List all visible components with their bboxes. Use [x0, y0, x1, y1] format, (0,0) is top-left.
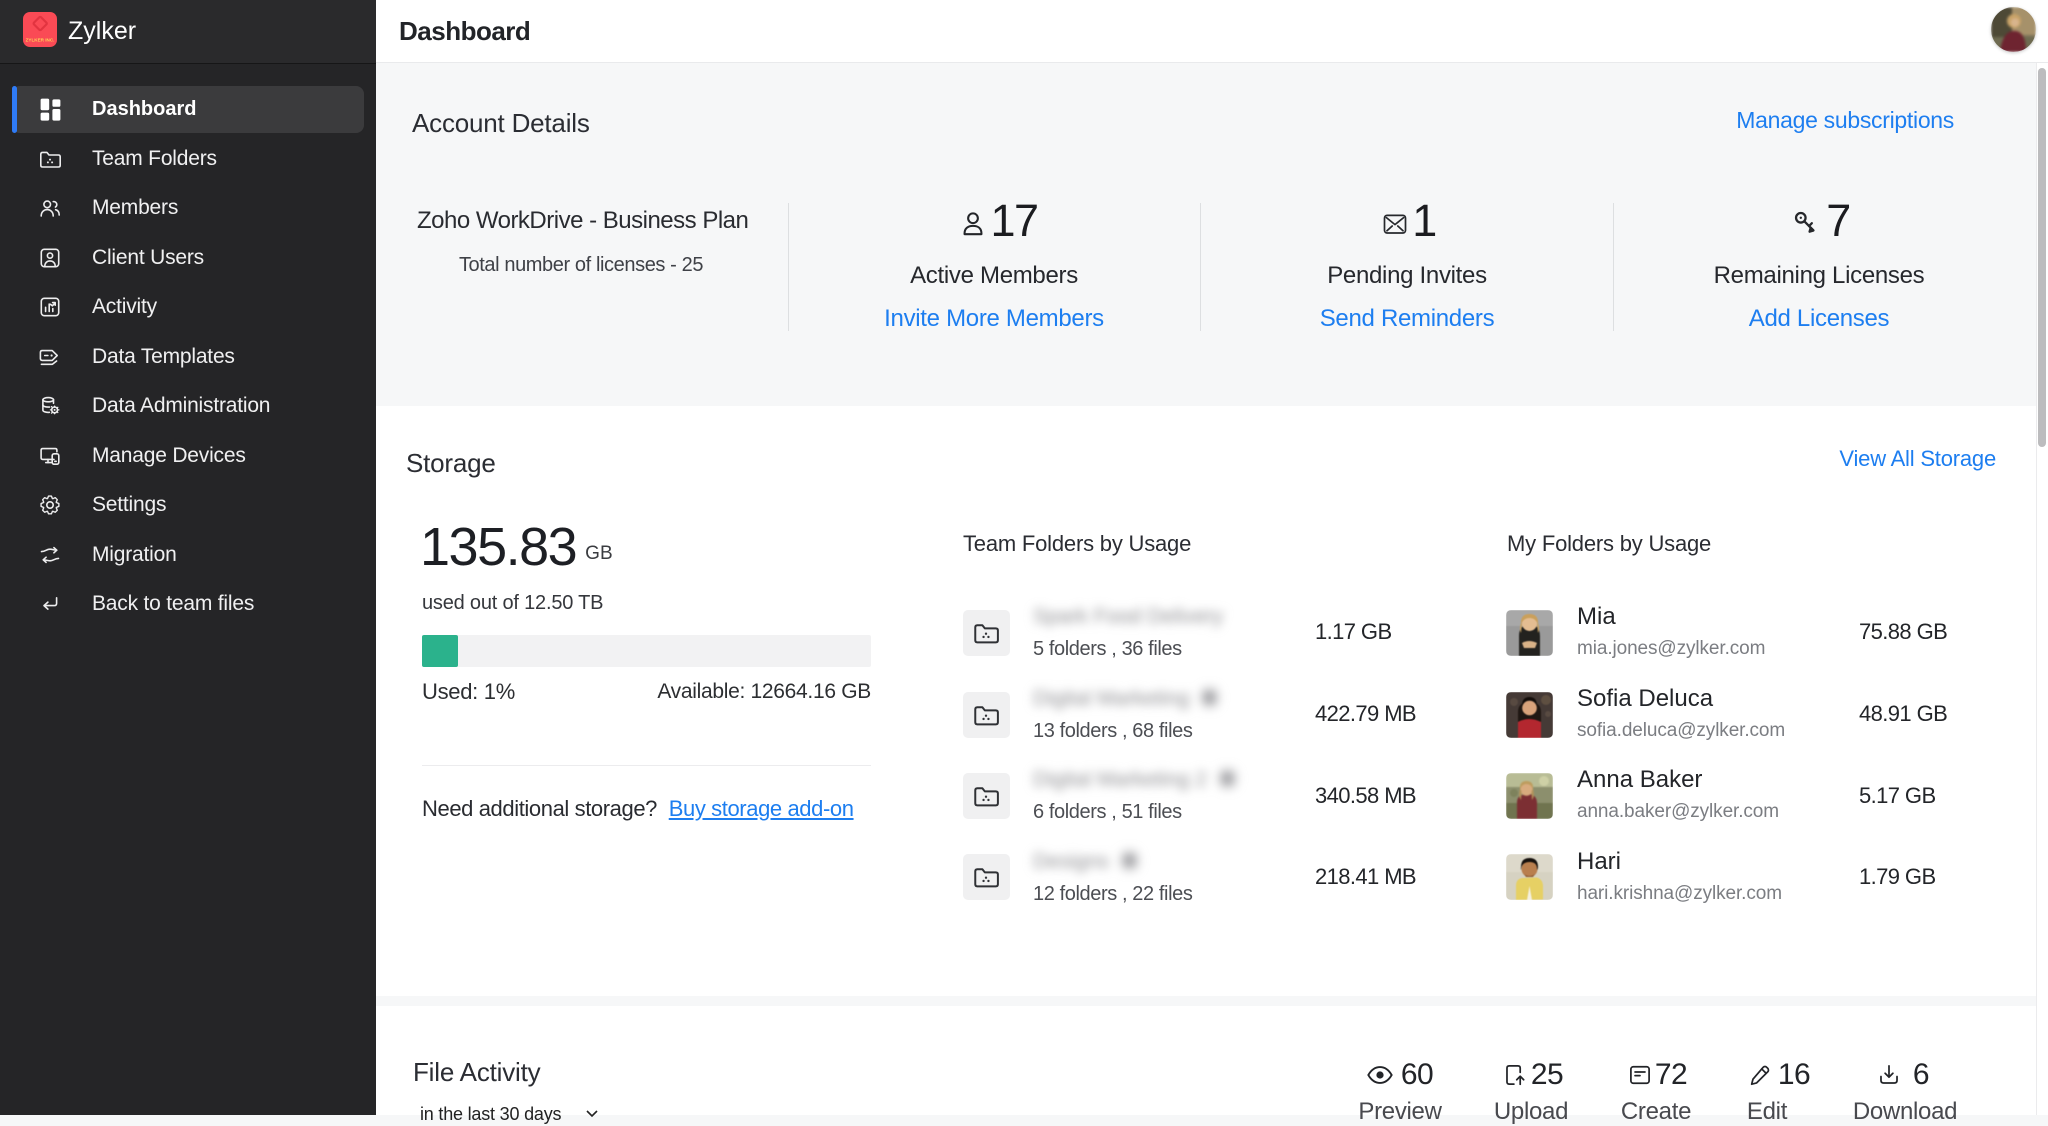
svg-text:ZYLKER INC.: ZYLKER INC.	[26, 38, 55, 43]
